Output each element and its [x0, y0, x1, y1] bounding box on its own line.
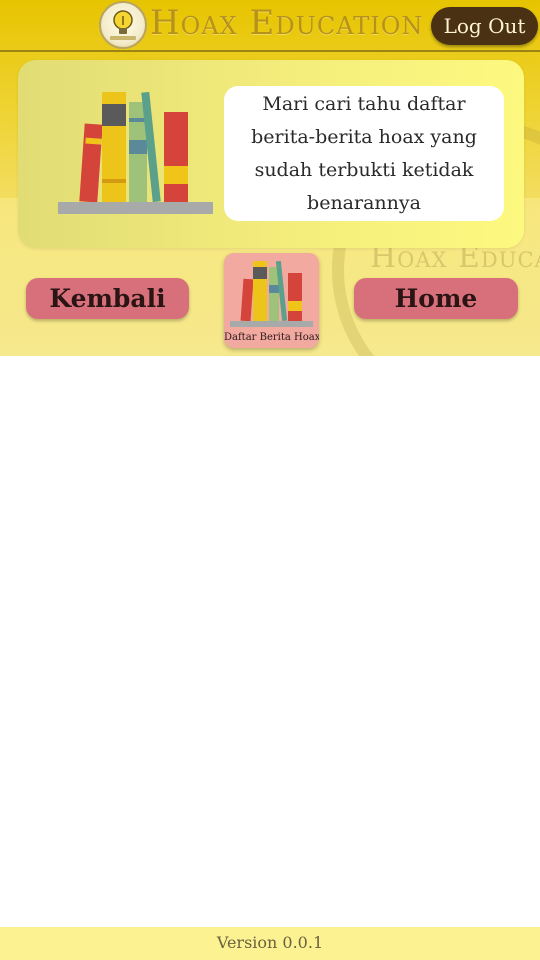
- back-button[interactable]: Kembali: [26, 278, 189, 319]
- bookshelf-icon: [230, 257, 313, 329]
- intro-speech-bubble: Mari cari tahu daftar berita-berita hoax…: [224, 86, 504, 221]
- app-header: Hoax Education Log Out: [0, 0, 540, 50]
- bookshelf-icon: [56, 84, 216, 216]
- version-text: Version 0.0.1: [216, 933, 324, 952]
- version-footer: Version 0.0.1: [0, 927, 540, 960]
- tile-label: Daftar Berita Hoax: [224, 332, 319, 343]
- daftar-berita-hoax-tile[interactable]: Daftar Berita Hoax: [224, 253, 319, 348]
- intro-card: Mari cari tahu daftar berita-berita hoax…: [18, 60, 524, 248]
- lightbulb-logo-icon: [99, 1, 147, 49]
- logout-button[interactable]: Log Out: [431, 7, 538, 45]
- header-divider: [0, 50, 540, 52]
- app-title: Hoax Education: [150, 3, 424, 43]
- home-button[interactable]: Home: [354, 278, 518, 319]
- intro-text: Mari cari tahu daftar berita-berita hoax…: [251, 92, 477, 214]
